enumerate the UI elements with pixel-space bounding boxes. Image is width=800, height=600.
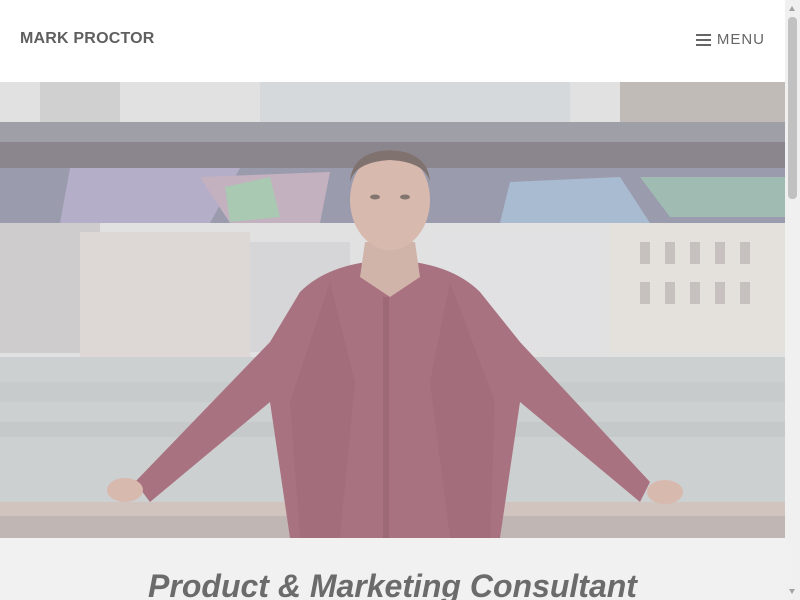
menu-button[interactable]: MENU (695, 31, 765, 48)
page: MARK PROCTOR MENU Product & Marketing Co… (0, 0, 785, 600)
scroll-up-icon[interactable] (789, 6, 795, 11)
vertical-scrollbar[interactable] (785, 0, 800, 600)
intro-section: Product & Marketing Consultant (0, 538, 785, 600)
hero-image (0, 82, 785, 538)
hamburger-icon (695, 34, 711, 46)
scroll-down-icon[interactable] (789, 589, 795, 594)
scroll-thumb[interactable] (788, 17, 797, 199)
portrait-photo (0, 82, 785, 538)
site-header: MARK PROCTOR MENU (0, 0, 785, 82)
tagline-heading: Product & Marketing Consultant (148, 568, 637, 600)
site-title-link[interactable]: MARK PROCTOR (20, 30, 155, 48)
menu-label: MENU (716, 31, 765, 48)
